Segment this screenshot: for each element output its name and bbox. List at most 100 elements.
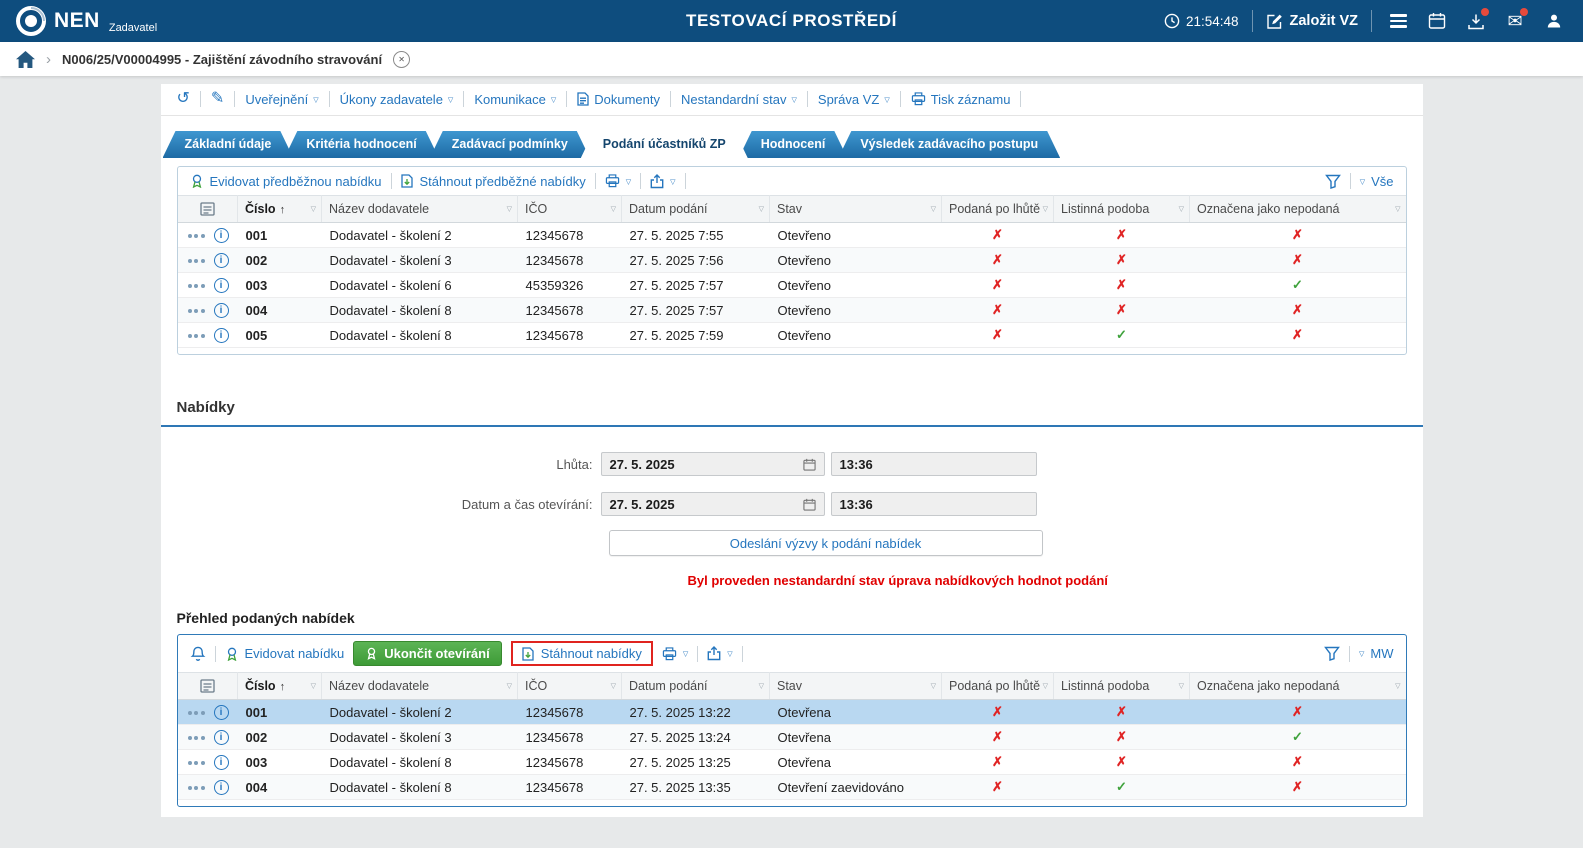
column-header-3[interactable]: IČO▽ <box>518 673 622 700</box>
row-menu-icon[interactable] <box>188 711 205 715</box>
column-filter-icon[interactable]: ▽ <box>1043 682 1048 690</box>
breadcrumb-record[interactable]: N006/25/V00004995 - Zajištění závodního … <box>62 52 382 67</box>
tab-vysledek-zadavaciho-postupu[interactable]: Výsledek zadávacího postupu <box>838 131 1060 158</box>
tab-zadavaci-podminky[interactable]: Zadávací podmínky <box>430 131 590 158</box>
column-header-4[interactable]: Datum podání▽ <box>622 673 770 700</box>
deadline-time-field[interactable]: 13:36 <box>831 452 1037 476</box>
table-row[interactable]: i003Dodavatel - školení 81234567827. 5. … <box>178 750 1406 775</box>
tab-hodnoceni[interactable]: Hodnocení <box>739 131 848 158</box>
column-filter-icon[interactable]: ▽ <box>507 682 512 690</box>
row-menu-icon[interactable] <box>188 309 205 313</box>
menu-tisk-zaznamu[interactable]: Tisk záznamu <box>911 92 1011 107</box>
column-filter-icon[interactable]: ▽ <box>611 682 616 690</box>
menu-uverejneni[interactable]: Uveřejnění▽ <box>245 92 318 107</box>
info-icon[interactable]: i <box>214 228 229 243</box>
column-filter-icon[interactable]: ▽ <box>759 682 764 690</box>
column-header-8[interactable]: Označena jako nepodaná▽ <box>1190 673 1406 700</box>
print-menu-button[interactable]: ▽ <box>662 647 688 661</box>
info-icon[interactable]: i <box>214 278 229 293</box>
home-icon[interactable] <box>16 51 35 68</box>
opening-date-field[interactable]: 27. 5. 2025 <box>601 492 825 516</box>
row-menu-icon[interactable] <box>188 334 205 338</box>
column-header-3[interactable]: IČO▽ <box>518 196 622 223</box>
table-row[interactable]: i001Dodavatel - školení 21234567827. 5. … <box>178 223 1406 248</box>
column-header-2[interactable]: Název dodavatele▽ <box>322 196 518 223</box>
filter-scope-dropdown[interactable]: ▽ MW <box>1359 646 1394 661</box>
evidovat-nabidku-button[interactable]: Evidovat nabídku <box>225 646 345 661</box>
bell-icon[interactable] <box>190 646 206 662</box>
row-menu-icon[interactable] <box>188 786 205 790</box>
table-row[interactable]: i004Dodavatel - školení 81234567827. 5. … <box>178 298 1406 323</box>
row-menu-icon[interactable] <box>188 736 205 740</box>
send-invitation-button[interactable]: Odeslání výzvy k podání nabídek <box>609 530 1043 556</box>
print-menu-button[interactable]: ▽ <box>605 174 631 188</box>
export-menu-button[interactable]: ▽ <box>707 646 732 661</box>
column-filter-icon[interactable]: ▽ <box>311 682 316 690</box>
table-row[interactable]: i002Dodavatel - školení 31234567827. 5. … <box>178 248 1406 273</box>
row-menu-icon[interactable] <box>188 761 205 765</box>
column-filter-icon[interactable]: ▽ <box>1395 205 1400 213</box>
info-icon[interactable]: i <box>214 780 229 795</box>
column-filter-icon[interactable]: ▽ <box>311 205 316 213</box>
menu-sprava-vz[interactable]: Správa VZ▽ <box>818 92 890 107</box>
menu-ukony-zadavatele[interactable]: Úkony zadavatele▽ <box>340 92 454 107</box>
edit-icon[interactable]: ✎ <box>211 91 224 107</box>
nen-logo[interactable]: NEN Zadavatel <box>16 6 157 36</box>
menu-icon[interactable] <box>1385 8 1411 34</box>
row-menu-icon[interactable] <box>188 284 205 288</box>
column-header-5[interactable]: Stav▽ <box>770 673 942 700</box>
row-menu-icon[interactable] <box>188 234 205 238</box>
user-icon[interactable] <box>1541 8 1567 34</box>
column-header-2[interactable]: Název dodavatele▽ <box>322 673 518 700</box>
create-vz-button[interactable]: Založit VZ <box>1266 13 1358 30</box>
table-row[interactable]: i003Dodavatel - školení 64535932627. 5. … <box>178 273 1406 298</box>
column-header-7[interactable]: Listinná podoba▽ <box>1054 196 1190 223</box>
column-header-4[interactable]: Datum podání▽ <box>622 196 770 223</box>
column-header-1[interactable]: Číslo↑▽ <box>238 673 322 700</box>
column-chooser-icon[interactable] <box>178 673 238 700</box>
tab-podani-ucastniku-zp[interactable]: Podání účastníků ZP <box>581 131 748 158</box>
column-chooser-icon[interactable] <box>178 196 238 223</box>
menu-dokumenty[interactable]: Dokumenty <box>577 92 660 107</box>
filter-icon[interactable] <box>1325 174 1341 189</box>
evidovat-predbeznou-nabidku-button[interactable]: Evidovat předběžnou nabídku <box>190 174 382 189</box>
column-filter-icon[interactable]: ▽ <box>1395 682 1400 690</box>
mail-icon[interactable]: ✉ <box>1502 8 1528 34</box>
column-filter-icon[interactable]: ▽ <box>1179 682 1184 690</box>
opening-time-field[interactable]: 13:36 <box>831 492 1037 516</box>
tab-zakladni-udaje[interactable]: Základní údaje <box>163 131 294 158</box>
column-header-7[interactable]: Listinná podoba▽ <box>1054 673 1190 700</box>
history-icon[interactable]: ↺ <box>177 91 190 107</box>
ukoncit-oteviranie-button[interactable]: Ukončit otevírání <box>353 641 501 666</box>
close-record-icon[interactable]: ✕ <box>393 51 410 68</box>
info-icon[interactable]: i <box>214 755 229 770</box>
table-row[interactable]: i005Dodavatel - školení 81234567827. 5. … <box>178 323 1406 348</box>
table-row[interactable]: i002Dodavatel - školení 31234567827. 5. … <box>178 725 1406 750</box>
calendar-icon[interactable] <box>803 498 816 511</box>
filter-icon[interactable] <box>1324 646 1340 661</box>
column-filter-icon[interactable]: ▽ <box>1179 205 1184 213</box>
info-icon[interactable]: i <box>214 328 229 343</box>
download-icon[interactable] <box>1463 8 1489 34</box>
column-filter-icon[interactable]: ▽ <box>507 205 512 213</box>
column-header-6[interactable]: Podaná po lhůtě▽ <box>942 196 1054 223</box>
column-header-5[interactable]: Stav▽ <box>770 196 942 223</box>
column-filter-icon[interactable]: ▽ <box>1043 205 1048 213</box>
info-icon[interactable]: i <box>214 303 229 318</box>
info-icon[interactable]: i <box>214 730 229 745</box>
column-filter-icon[interactable]: ▽ <box>931 682 936 690</box>
info-icon[interactable]: i <box>214 253 229 268</box>
stahnout-nabidky-button[interactable]: Stáhnout nabídky <box>511 641 653 666</box>
table-row[interactable]: i001Dodavatel - školení 21234567827. 5. … <box>178 700 1406 725</box>
export-menu-button[interactable]: ▽ <box>650 174 675 189</box>
table-row[interactable]: i004Dodavatel - školení 81234567827. 5. … <box>178 775 1406 800</box>
calendar-icon[interactable] <box>1424 8 1450 34</box>
calendar-icon[interactable] <box>803 458 816 471</box>
column-header-1[interactable]: Číslo↑▽ <box>238 196 322 223</box>
column-filter-icon[interactable]: ▽ <box>611 205 616 213</box>
column-filter-icon[interactable]: ▽ <box>931 205 936 213</box>
menu-komunikace[interactable]: Komunikace▽ <box>474 92 556 107</box>
stahnout-predbezne-nabidky-button[interactable]: Stáhnout předběžné nabídky <box>401 174 586 189</box>
column-header-6[interactable]: Podaná po lhůtě▽ <box>942 673 1054 700</box>
tab-kriteria-hodnoceni[interactable]: Kritéria hodnocení <box>284 131 438 158</box>
